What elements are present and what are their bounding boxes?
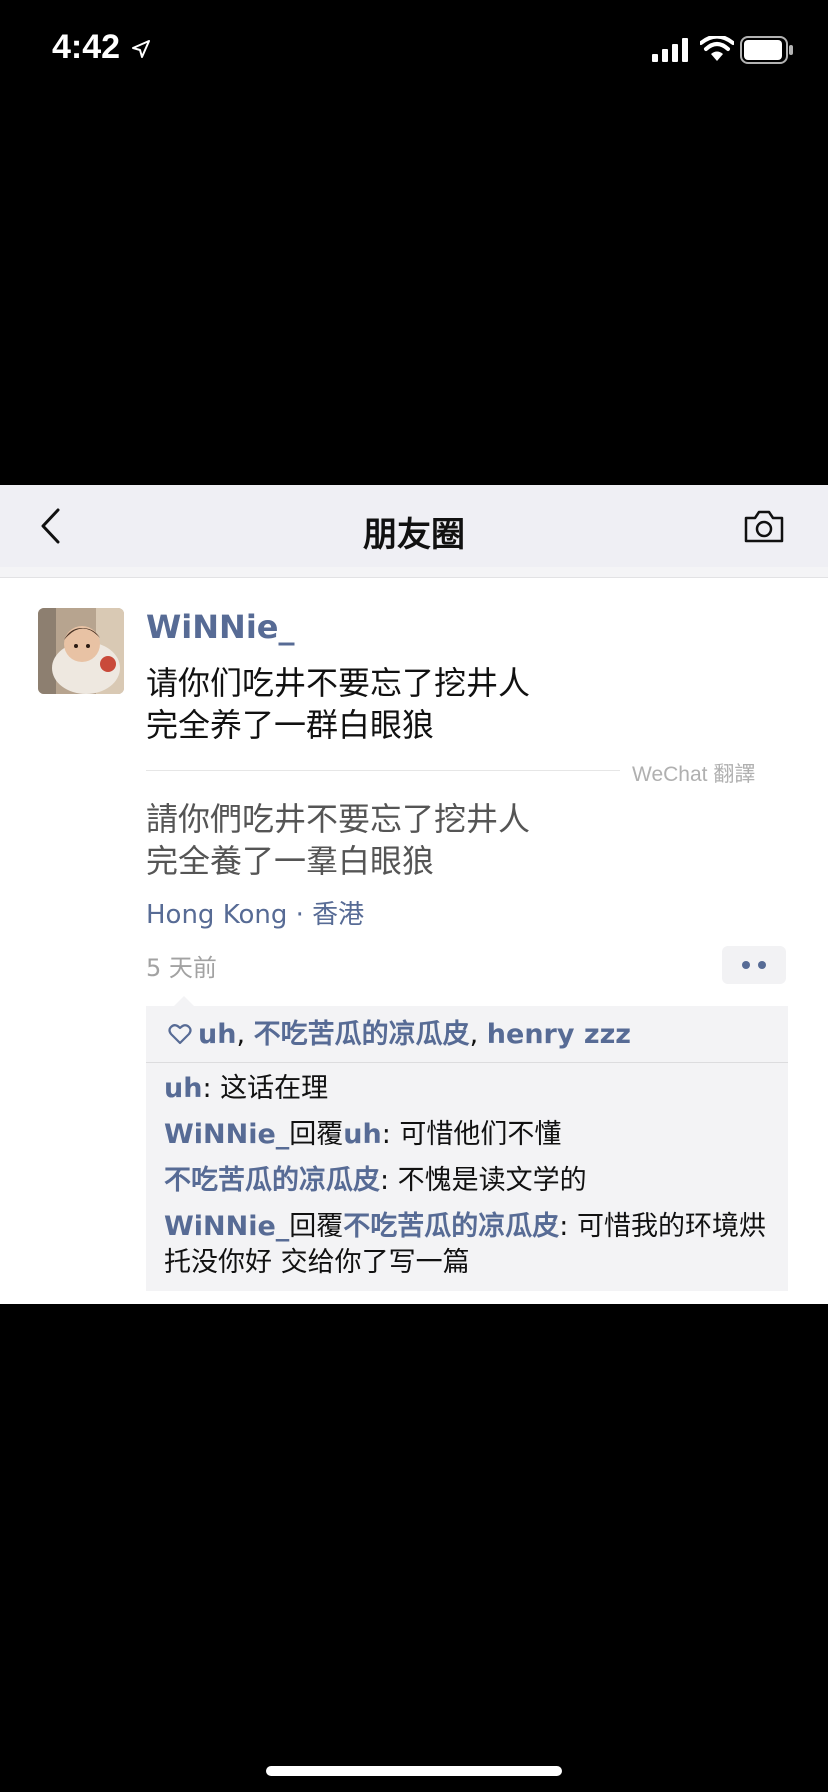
translated-text-line: 請你們吃井不要忘了挖井人 (146, 800, 531, 838)
interactions-panel: uh, 不吃苦瓜的凉瓜皮, henry zzz uh: 这话在理 WiNNie_… (146, 996, 788, 1291)
like-user[interactable]: henry zzz (487, 1019, 631, 1050)
reply-target[interactable]: 不吃苦瓜的凉瓜皮 (343, 1211, 559, 1242)
wifi-icon (700, 36, 734, 61)
post-text: 请你们吃井不要忘了挖井人 完全养了一群白眼狼 (146, 662, 530, 746)
like-separator: , (469, 1019, 487, 1050)
post-text-line: 完全养了一群白眼狼 (146, 706, 435, 744)
like-separator: , (236, 1019, 254, 1050)
moment-post: WiNNie_ 请你们吃井不要忘了挖井人 完全养了一群白眼狼 WeChat 翻譯… (0, 578, 828, 1304)
post-author[interactable]: WiNNie_ (146, 608, 295, 646)
like-user[interactable]: 不吃苦瓜的凉瓜皮 (254, 1019, 470, 1050)
more-dots-icon (758, 961, 766, 969)
comment-author[interactable]: 不吃苦瓜的凉瓜皮 (164, 1165, 380, 1196)
page-title: 朋友圈 (363, 515, 465, 555)
translated-text-line: 完全養了一羣白眼狼 (146, 842, 435, 880)
reply-target[interactable]: uh (343, 1119, 381, 1150)
header-divider (0, 567, 828, 578)
battery-icon (740, 36, 793, 64)
translation-divider (146, 770, 620, 771)
comments-list: uh: 这话在理 WiNNie_回覆uh: 可惜他们不懂 不吃苦瓜的凉瓜皮: 不… (146, 1063, 788, 1291)
comment-text: : 不愧是读文学的 (380, 1165, 587, 1196)
more-actions-button[interactable] (722, 946, 786, 984)
reply-word: 回覆 (289, 1211, 344, 1242)
status-time: 4:42 (52, 28, 121, 66)
like-user[interactable]: uh (198, 1019, 236, 1050)
comment-item[interactable]: WiNNie_回覆uh: 可惜他们不懂 (164, 1117, 770, 1153)
location-arrow-icon (132, 40, 150, 58)
translated-text: 請你們吃井不要忘了挖井人 完全養了一羣白眼狼 (146, 798, 530, 882)
comment-author[interactable]: WiNNie_ (164, 1211, 289, 1242)
signal-icon (652, 38, 688, 62)
post-timestamp: 5 天前 (146, 954, 217, 982)
post-location[interactable]: Hong Kong · 香港 (146, 894, 364, 931)
reply-word: 回覆 (289, 1119, 344, 1150)
comment-author[interactable]: uh (164, 1073, 202, 1104)
comment-text: : 可惜他们不懂 (381, 1119, 562, 1150)
nav-header: 朋友圈 (0, 485, 828, 567)
likes-row: uh, 不吃苦瓜的凉瓜皮, henry zzz (146, 1006, 788, 1063)
comment-item[interactable]: 不吃苦瓜的凉瓜皮: 不愧是读文学的 (164, 1163, 770, 1199)
post-text-line: 请你们吃井不要忘了挖井人 (146, 664, 531, 702)
camera-icon[interactable] (742, 507, 786, 545)
comment-text: : 这话在理 (202, 1073, 329, 1104)
comment-author[interactable]: WiNNie_ (164, 1119, 289, 1150)
comment-item[interactable]: uh: 这话在理 (164, 1071, 770, 1107)
avatar[interactable] (38, 608, 124, 694)
translation-label: WeChat 翻譯 (632, 763, 756, 786)
heart-icon (168, 1024, 192, 1045)
more-dots-icon (742, 961, 750, 969)
comment-item[interactable]: WiNNie_回覆不吃苦瓜的凉瓜皮: 可惜我的环境烘托没你好 交给你了写一篇 (164, 1209, 770, 1281)
home-indicator[interactable] (266, 1766, 562, 1776)
